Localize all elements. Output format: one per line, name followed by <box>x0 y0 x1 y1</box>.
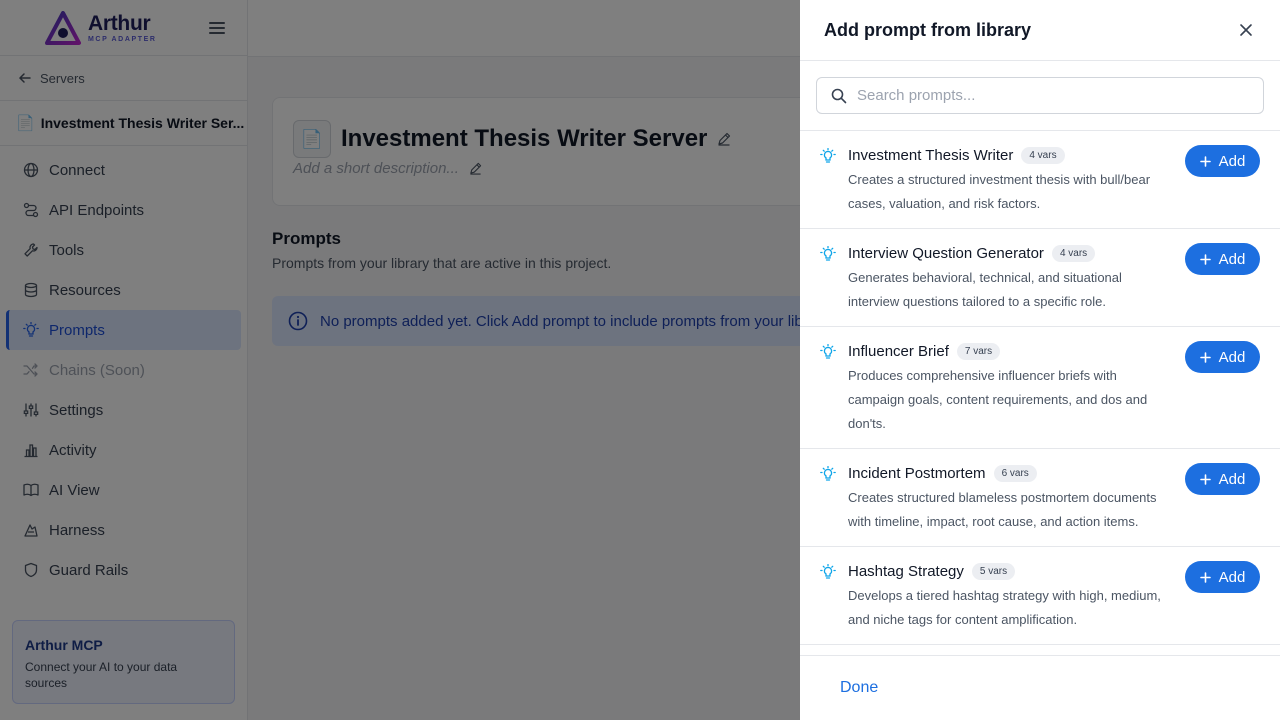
search-input[interactable] <box>857 87 1237 104</box>
drawer-header: Add prompt from library <box>800 0 1280 61</box>
vars-badge: 5 vars <box>971 563 1016 580</box>
bulb-icon <box>820 147 836 216</box>
list-item: Influencer Brief 7 vars Produces compreh… <box>800 327 1280 449</box>
list-item: Investment Thesis Writer 4 vars Creates … <box>800 131 1280 229</box>
add-prompt-button[interactable]: Add <box>1185 561 1260 593</box>
search-box[interactable] <box>816 77 1264 114</box>
list-item: Interview Question Generator 4 vars Gene… <box>800 229 1280 327</box>
plus-icon <box>1199 571 1211 583</box>
add-label: Add <box>1218 348 1246 366</box>
add-label: Add <box>1218 568 1246 586</box>
add-prompt-drawer: Add prompt from library Investment Thesi… <box>800 0 1280 720</box>
prompt-title: Interview Question Generator <box>848 245 1044 262</box>
prompt-list: Investment Thesis Writer 4 vars Creates … <box>800 131 1280 655</box>
add-prompt-button[interactable]: Add <box>1185 463 1260 495</box>
list-item: Incident Postmortem 6 vars Creates struc… <box>800 449 1280 547</box>
search-icon <box>831 88 847 103</box>
bulb-icon <box>820 465 836 534</box>
vars-badge: 6 vars <box>993 465 1037 482</box>
drawer-title: Add prompt from library <box>824 19 1032 40</box>
prompt-description: Produces comprehensive influencer briefs… <box>848 368 1148 431</box>
prompt-description: Creates a structured investment thesis w… <box>848 172 1151 211</box>
plus-icon <box>1199 155 1211 167</box>
add-prompt-button[interactable]: Add <box>1185 341 1260 373</box>
vars-badge: 7 vars <box>956 343 1001 360</box>
bulb-icon <box>820 245 836 314</box>
plus-icon <box>1199 351 1211 363</box>
prompt-description: Generates behavioral, technical, and sit… <box>848 270 1122 309</box>
bulb-icon <box>820 563 836 632</box>
add-prompt-button[interactable]: Add <box>1185 145 1260 177</box>
prompt-description: Creates structured blameless postmortem … <box>848 490 1157 529</box>
search-section <box>800 61 1280 131</box>
drawer-footer: Done <box>800 655 1280 720</box>
done-button[interactable]: Done <box>840 679 878 697</box>
plus-icon <box>1199 473 1211 485</box>
prompt-description: Develops a tiered hashtag strategy with … <box>848 588 1161 627</box>
add-label: Add <box>1218 152 1246 170</box>
vars-badge: 4 vars <box>1021 147 1065 164</box>
prompt-title: Investment Thesis Writer <box>848 147 1014 164</box>
add-label: Add <box>1218 470 1246 488</box>
prompt-title: Incident Postmortem <box>848 465 986 482</box>
add-label: Add <box>1218 250 1246 268</box>
add-prompt-button[interactable]: Add <box>1185 243 1260 275</box>
list-item: Hashtag Strategy 5 vars Develops a tiere… <box>800 547 1280 645</box>
plus-icon <box>1199 253 1211 265</box>
prompt-title: Hashtag Strategy <box>848 563 964 580</box>
vars-badge: 4 vars <box>1051 245 1096 262</box>
close-button[interactable] <box>1236 20 1256 40</box>
close-icon <box>1240 24 1252 36</box>
bulb-icon <box>820 343 836 436</box>
prompt-title: Influencer Brief <box>848 343 949 360</box>
